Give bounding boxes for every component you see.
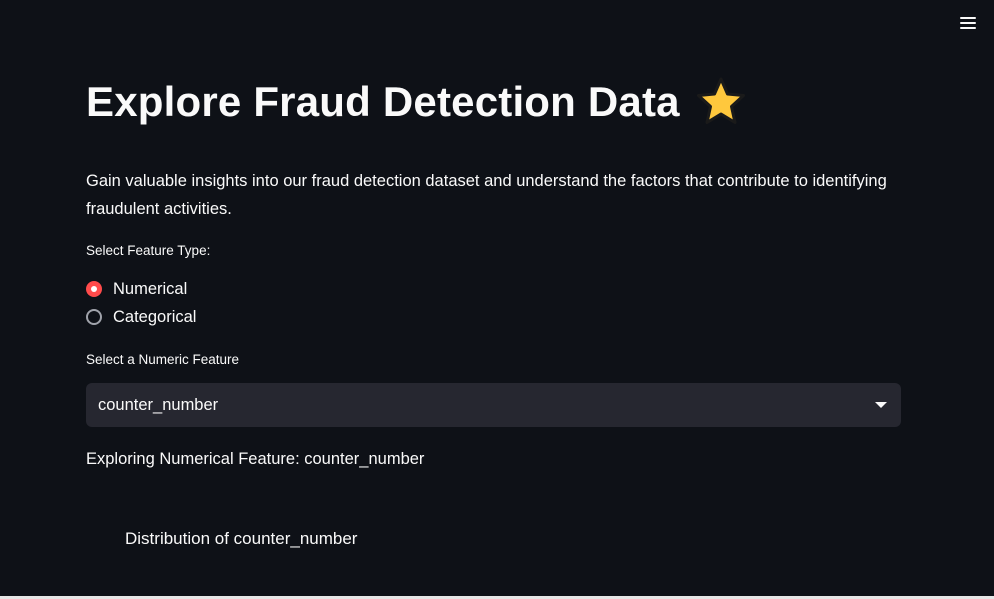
radio-categorical[interactable]: Categorical bbox=[86, 305, 196, 329]
select-value: counter_number bbox=[98, 395, 219, 414]
radio-numerical[interactable]: Numerical bbox=[86, 277, 187, 301]
radio-numerical-label: Numerical bbox=[113, 279, 188, 298]
chevron-down-icon[interactable] bbox=[875, 402, 887, 408]
feature-type-label: Select Feature Type: bbox=[86, 243, 211, 258]
chart-title: Distribution of counter_number bbox=[125, 529, 358, 548]
hamburger-menu-icon[interactable] bbox=[958, 14, 978, 32]
page-title-text: Explore Fraud Detection Data bbox=[86, 78, 680, 125]
radio-categorical-label: Categorical bbox=[113, 307, 197, 326]
numeric-feature-select[interactable]: counter_number bbox=[86, 383, 901, 427]
page-title: Explore Fraud Detection Data bbox=[86, 72, 746, 132]
radio-selected-indicator[interactable] bbox=[86, 281, 102, 297]
radio-unselected-indicator[interactable] bbox=[86, 309, 102, 325]
page-description: Gain valuable insights into our fraud de… bbox=[86, 172, 887, 218]
star-icon bbox=[696, 77, 746, 127]
numeric-feature-label: Select a Numeric Feature bbox=[86, 352, 240, 367]
exploring-feature-text: Exploring Numerical Feature: counter_num… bbox=[86, 450, 425, 468]
